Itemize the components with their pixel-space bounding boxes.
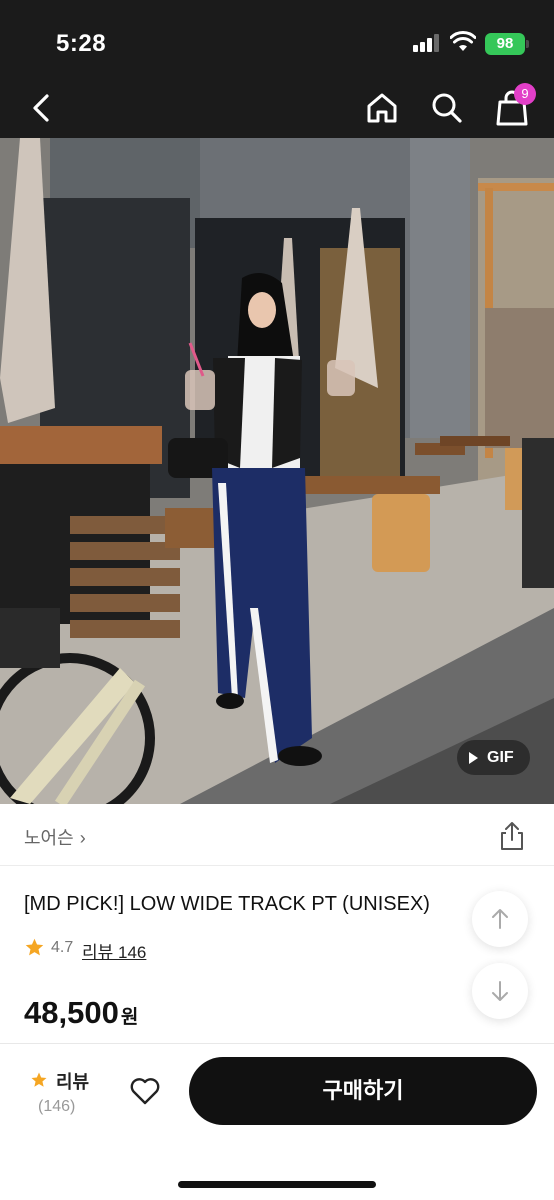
bottom-action-bar: 리뷰 (146) 구매하기 [0, 1043, 554, 1200]
share-icon[interactable] [496, 820, 528, 852]
gif-badge[interactable]: GIF [457, 740, 530, 775]
battery-level: 98 [496, 35, 514, 52]
brand-name: 노어슨 [24, 828, 74, 848]
scroll-top-button[interactable] [472, 891, 528, 947]
gif-label: GIF [487, 749, 514, 766]
star-icon [31, 1072, 47, 1087]
scroll-bottom-button[interactable] [472, 963, 528, 1019]
battery-icon: 98 [485, 33, 529, 55]
status-time: 5:28 [56, 30, 107, 57]
buy-button[interactable]: 구매하기 [189, 1057, 537, 1125]
review-link[interactable]: 리뷰 146 [82, 938, 146, 963]
status-bar: 5:28 98 [0, 0, 554, 80]
search-icon[interactable] [427, 88, 467, 128]
review-tab-count: (146) [38, 1098, 76, 1115]
product-photo [0, 138, 554, 804]
rating-value: 4.7 [51, 939, 74, 956]
price-value: 48,500 [24, 995, 119, 1030]
review-tab-label: 리뷰 [56, 1072, 90, 1092]
review-tab[interactable]: 리뷰 (146) [26, 1068, 96, 1118]
home-indicator [178, 1181, 376, 1188]
nav-bar [0, 80, 554, 138]
product-title: [MD PICK!] LOW WIDE TRACK PT (UNISEX) [24, 893, 430, 915]
brand-link[interactable]: 노어슨 › [24, 824, 86, 850]
cart-count-badge: 9 [514, 83, 536, 105]
price-unit: 원 [120, 1007, 139, 1028]
play-icon [469, 752, 478, 764]
heart-icon[interactable] [128, 1074, 162, 1108]
back-arrow-icon[interactable] [22, 88, 62, 128]
brand-row: 노어슨 › [0, 804, 554, 866]
home-icon[interactable] [362, 88, 402, 128]
arrow-up-icon [492, 909, 508, 929]
price: 48,500 원 [24, 995, 138, 1031]
wifi-icon [450, 31, 476, 51]
chevron-right-icon: › [79, 828, 86, 848]
signal-icon [413, 34, 441, 52]
star-icon [25, 938, 44, 956]
product-image[interactable] [0, 138, 554, 804]
arrow-down-icon [492, 981, 508, 1001]
